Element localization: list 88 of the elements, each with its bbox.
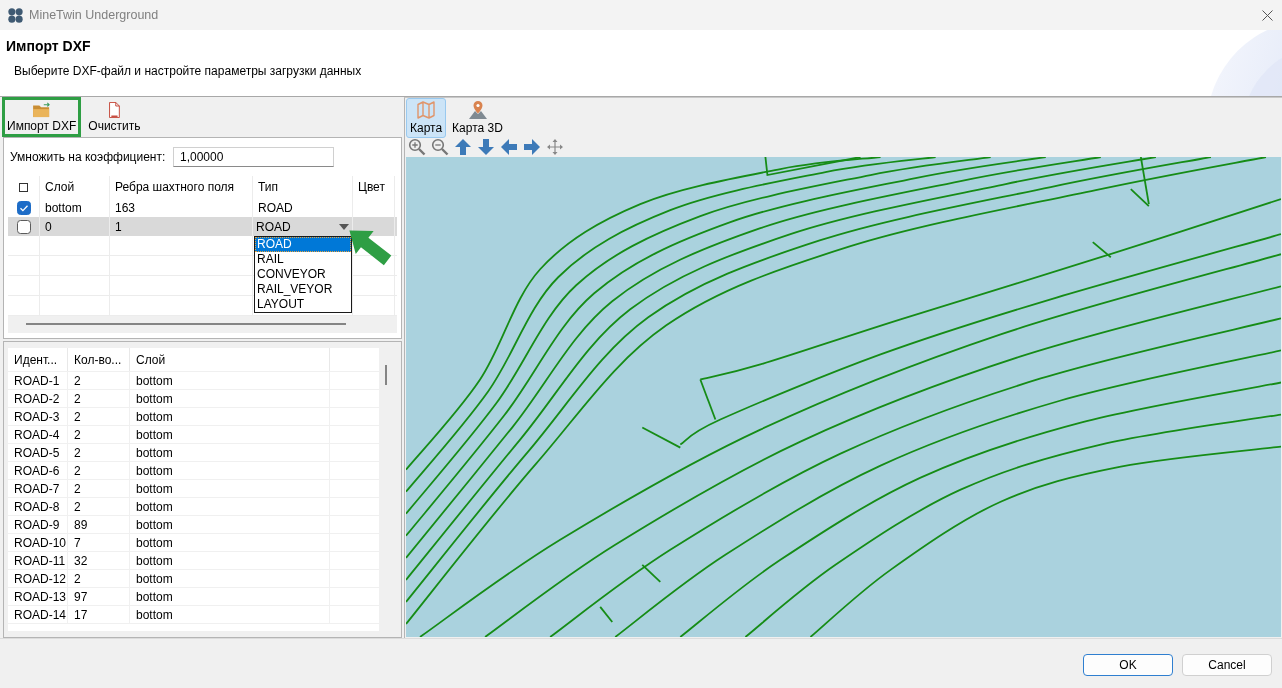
table-cell: 7 [74, 535, 81, 550]
table-cell: bottom [136, 481, 173, 496]
table-cell: bottom [136, 373, 173, 388]
table-cell: 97 [74, 589, 88, 604]
close-icon[interactable] [1262, 9, 1273, 21]
table-cell: bottom [136, 607, 173, 622]
scrollbar-thumb[interactable] [385, 365, 388, 385]
dropdown-option[interactable]: RAIL [255, 252, 351, 267]
table-cell: 163 [115, 200, 136, 215]
app-logo-icon [8, 7, 23, 23]
multiplier-label: Умножить на коэффициент: [10, 150, 167, 164]
table-cell: ROAD-2 [14, 391, 60, 406]
table-cell: 17 [74, 607, 88, 622]
map-icon [416, 99, 437, 120]
table-cell: bottom [136, 391, 173, 406]
table-cell: ROAD-10 [14, 535, 66, 550]
table-cell: ROAD-13 [14, 589, 66, 604]
select-all-checkbox[interactable] [19, 182, 28, 192]
table-cell: 0 [45, 219, 52, 234]
table-cell: bottom [136, 517, 173, 532]
table-cell: 2 [74, 373, 81, 388]
table-cell: ROAD-11 [14, 553, 66, 568]
table-cell: 2 [74, 445, 81, 460]
table-cell: bottom [136, 463, 173, 478]
table-cell: ROAD-4 [14, 427, 60, 442]
dropdown-option[interactable]: RAIL_VEYOR [255, 282, 351, 297]
table-cell: ROAD-6 [14, 463, 60, 478]
table-cell: 89 [74, 517, 88, 532]
table-cell: 2 [74, 499, 81, 514]
table-cell: bottom [136, 445, 173, 460]
table-cell: 2 [74, 427, 81, 442]
cancel-button[interactable]: Cancel [1182, 654, 1272, 676]
table-cell: bottom [136, 409, 173, 424]
table-cell: bottom [136, 553, 173, 568]
arrow-right-icon[interactable] [523, 138, 541, 156]
table-cell-text: ROAD [257, 200, 293, 215]
table-cell: bottom [45, 200, 82, 215]
map-pin-icon [467, 99, 488, 120]
annotation-arrow-icon [347, 228, 393, 267]
zoom-in-icon[interactable] [408, 138, 426, 156]
checkbox[interactable] [16, 200, 31, 215]
map-3d-tab[interactable]: Карта 3D [448, 97, 507, 138]
dropdown-option[interactable]: ROAD [255, 237, 351, 252]
move-icon[interactable] [546, 138, 564, 156]
table-cell: 1 [115, 219, 122, 234]
zoom-out-icon[interactable] [431, 138, 449, 156]
table-cell: 32 [74, 553, 88, 568]
table-cell: bottom [136, 589, 173, 604]
dialog-title: Импорт DXF [6, 38, 91, 54]
arrow-down-icon[interactable] [477, 138, 495, 156]
map-tab[interactable]: Карта [406, 97, 447, 138]
column-header: Идент... [8, 348, 68, 371]
table-cell: ROAD-1 [14, 373, 60, 388]
table-cell: bottom [136, 571, 173, 586]
dropdown-option[interactable]: CONVEYOR [255, 267, 351, 282]
table-cell: ROAD-3 [14, 409, 60, 424]
table-cell: 2 [74, 571, 81, 586]
caret-icon [339, 223, 349, 230]
table-cell: ROAD-5 [14, 445, 60, 460]
table-cell: ROAD-9 [14, 517, 60, 532]
table-row[interactable]: 0 1 ROAD [8, 217, 397, 236]
table-cell: 2 [74, 463, 81, 478]
table-cell: 2 [74, 409, 81, 424]
clear-button[interactable]: Очистить [83, 97, 146, 137]
table-cell: bottom [136, 499, 173, 514]
column-header: Слой [130, 348, 330, 371]
table-cell: 2 [74, 481, 81, 496]
scrollbar-thumb[interactable] [26, 323, 346, 325]
column-header: Кол-во... [68, 348, 130, 371]
table-cell: bottom [136, 427, 173, 442]
arrow-left-icon[interactable] [500, 138, 518, 156]
table-cell: ROAD-14 [14, 607, 66, 622]
table-cell: 2 [74, 391, 81, 406]
table-cell: ROAD-8 [14, 499, 60, 514]
window-title: MineTwin Underground [29, 8, 159, 22]
dialog-subtitle: Выберите DXF-файл и настройте параметры загрузки данных [14, 64, 362, 78]
map-view[interactable] [406, 157, 1281, 637]
dropdown-option[interactable]: LAYOUT [255, 297, 351, 312]
multiplier-input[interactable]: 1,00000 [173, 147, 334, 167]
folder-icon [30, 102, 53, 118]
ok-button[interactable]: OK [1083, 654, 1173, 676]
table-cell: ROAD-12 [14, 571, 66, 586]
table-cell: bottom [136, 535, 173, 550]
table-cell: ROAD-7 [14, 481, 60, 496]
horizontal-scrollbar[interactable] [8, 316, 397, 333]
arrow-up-icon[interactable] [454, 138, 472, 156]
type-dropdown[interactable]: ROAD [253, 217, 352, 236]
checkbox[interactable] [16, 219, 31, 234]
